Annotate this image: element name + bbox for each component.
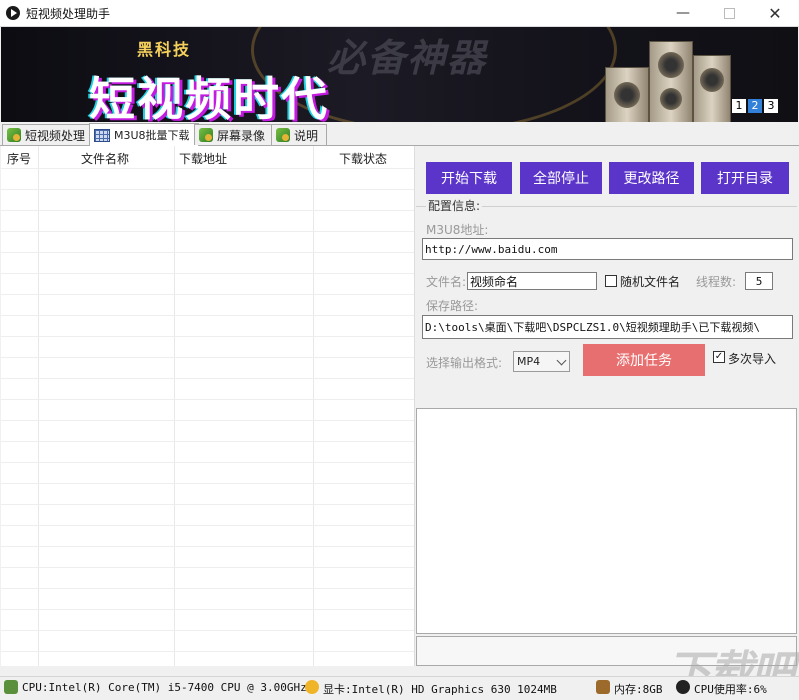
minimize-button[interactable]: — [660, 0, 706, 26]
table-row [1, 399, 414, 400]
table-row [1, 420, 414, 421]
speaker-image [649, 41, 693, 122]
table-row [1, 294, 414, 295]
table-row [1, 630, 414, 631]
banner-page-3[interactable]: 3 [764, 99, 778, 113]
multi-import-checkbox[interactable]: ✓ [713, 351, 725, 363]
cpu-chip-icon [4, 680, 18, 694]
banner-watermark-text: 必备神器 [327, 36, 488, 80]
tab-video-processing[interactable]: 短视频处理 [2, 124, 94, 145]
add-task-button[interactable]: 添加任务 [583, 344, 705, 376]
save-path-input[interactable]: D:\tools\桌面\下载吧\DSPCLZS1.0\短视频理助手\已下载视频\ [422, 315, 793, 339]
speaker-image [605, 67, 649, 122]
save-path-label: 保存路径: [426, 299, 479, 313]
close-icon: ✕ [768, 3, 782, 23]
chevron-down-icon [556, 355, 567, 366]
banner-subtitle: 黑科技 [137, 40, 192, 59]
promo-banner[interactable]: 必备神器 黑科技 短视频时代 1 2 3 [1, 27, 798, 122]
tab-label: M3U8批量下载 [114, 129, 190, 142]
grid-table-icon [94, 128, 110, 142]
filename-input[interactable]: 视频命名 [467, 272, 597, 290]
tab-label: 屏幕录像 [217, 128, 266, 143]
cpu-info: CPU:Intel(R) Core(TM) i5-7400 CPU @ 3.00… [22, 681, 307, 694]
table-row [1, 588, 414, 589]
tab-video-icon [7, 128, 21, 142]
memory-icon [596, 680, 610, 694]
table-row [1, 315, 414, 316]
tab-info-icon [276, 128, 290, 142]
table-row [1, 441, 414, 442]
random-filename-checkbox[interactable] [605, 275, 617, 287]
table-row [1, 168, 414, 169]
random-filename-label: 随机文件名 [620, 275, 681, 289]
column-header-status[interactable]: 下载状态 [339, 150, 387, 167]
status-bar: CPU:Intel(R) Core(TM) i5-7400 CPU @ 3.00… [0, 676, 799, 698]
table-row [1, 336, 414, 337]
table-row [1, 525, 414, 526]
table-header: 序号 文件名称 下载地址 下载状态 [1, 146, 414, 168]
output-format-value: MP4 [517, 355, 541, 368]
threads-input[interactable]: 5 [745, 272, 773, 290]
table-row [1, 483, 414, 484]
config-legend: 配置信息: [426, 197, 483, 214]
download-table[interactable]: 序号 文件名称 下载地址 下载状态 [1, 146, 415, 666]
table-row [1, 189, 414, 190]
output-format-select[interactable]: MP4 [513, 351, 570, 372]
title-bar: 短视频处理助手 — ✕ [0, 0, 799, 27]
close-button[interactable]: ✕ [752, 0, 798, 26]
table-row [1, 567, 414, 568]
gpu-info: 显卡:Intel(R) HD Graphics 630 1024MB [323, 683, 557, 696]
tab-m3u8-download[interactable]: M3U8批量下载 [89, 123, 199, 146]
banner-pager: 1 2 3 [732, 99, 778, 113]
speaker-image [693, 55, 731, 122]
maximize-icon [723, 7, 735, 19]
table-row [1, 609, 414, 610]
table-row [1, 504, 414, 505]
table-row [1, 252, 414, 253]
app-play-icon [6, 6, 20, 20]
filename-label: 文件名: [426, 275, 467, 289]
tab-instructions[interactable]: 说明 [271, 124, 327, 145]
gpu-icon [305, 680, 319, 694]
stop-all-button[interactable]: 全部停止 [520, 162, 602, 194]
table-row [1, 546, 414, 547]
banner-page-2[interactable]: 2 [748, 99, 762, 113]
table-row [1, 273, 414, 274]
tab-label: 短视频处理 [25, 128, 86, 143]
memory-info: 内存:8GB [614, 683, 663, 696]
table-row [1, 210, 414, 211]
maximize-button[interactable] [706, 0, 752, 26]
window-title: 短视频处理助手 [26, 7, 111, 21]
table-row [1, 378, 414, 379]
m3u8-url-label: M3U8地址: [426, 223, 489, 237]
column-header-filename[interactable]: 文件名称 [81, 150, 129, 167]
panda-icon [676, 680, 690, 694]
column-header-index[interactable]: 序号 [7, 150, 31, 167]
minimize-icon: — [676, 5, 690, 21]
start-download-button[interactable]: 开始下载 [426, 162, 512, 194]
change-path-button[interactable]: 更改路径 [609, 162, 694, 194]
table-row [1, 357, 414, 358]
cpu-usage-info: CPU使用率:6% [694, 683, 767, 696]
output-format-label: 选择输出格式: [426, 356, 503, 370]
column-header-url[interactable]: 下载地址 [179, 150, 227, 167]
tab-bar: 短视频处理 M3U8批量下载 屏幕录像 说明 [0, 123, 799, 146]
tab-screen-record[interactable]: 屏幕录像 [194, 124, 274, 145]
tab-record-icon [199, 128, 213, 142]
banner-page-1[interactable]: 1 [732, 99, 746, 113]
log-output-area[interactable] [416, 408, 797, 634]
m3u8-url-input[interactable]: http://www.baidu.com [422, 238, 793, 260]
checkmark-icon: ✓ [714, 351, 724, 362]
table-row [1, 462, 414, 463]
tab-label: 说明 [294, 128, 319, 143]
open-directory-button[interactable]: 打开目录 [701, 162, 789, 194]
banner-main-text: 短视频时代 [89, 72, 329, 122]
table-row [1, 231, 414, 232]
multi-import-label: 多次导入 [728, 352, 777, 366]
table-row [1, 651, 414, 652]
threads-label: 线程数: [696, 275, 737, 289]
